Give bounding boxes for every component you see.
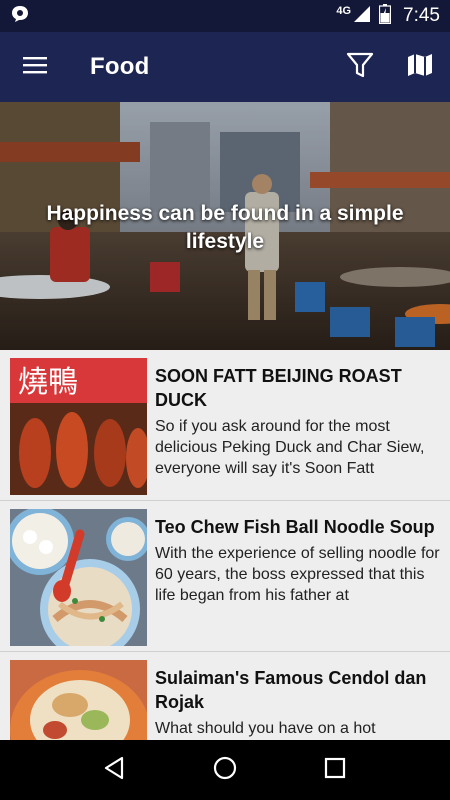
page-title: Food — [90, 53, 150, 80]
clock: 7:45 — [403, 5, 440, 26]
hero-caption: Happiness can be found in a simple lifes… — [46, 202, 404, 253]
recents-icon — [324, 757, 346, 784]
food-list[interactable]: 燒鴨 SOON FATT BEIJING ROAST DUCK So if yo… — [0, 350, 450, 740]
notification-icon — [10, 4, 30, 29]
list-item[interactable]: 燒鴨 SOON FATT BEIJING ROAST DUCK So if yo… — [0, 350, 450, 501]
app-bar: Food — [0, 32, 450, 102]
signal-icon — [353, 5, 371, 28]
filter-button[interactable] — [330, 32, 390, 102]
menu-icon — [22, 55, 48, 80]
svg-text:燒鴨: 燒鴨 — [18, 365, 78, 400]
menu-button[interactable] — [0, 32, 70, 102]
food-thumbnail — [10, 660, 147, 740]
recents-button[interactable] — [305, 740, 365, 800]
item-description: What should you have on a hot — [155, 720, 376, 737]
list-item[interactable]: Teo Chew Fish Ball Noodle Soup With the … — [0, 501, 450, 652]
system-nav-bar — [0, 740, 450, 800]
filter-icon — [346, 51, 374, 84]
item-title: Teo Chew Fish Ball Noodle Soup — [155, 517, 435, 537]
list-item[interactable]: Sulaiman's Famous Cendol dan Rojak What … — [0, 652, 450, 740]
item-description: With the experience of selling noodle fo… — [155, 545, 440, 604]
item-description: So if you ask around for the most delici… — [155, 418, 425, 477]
battery-icon — [378, 3, 392, 29]
hero-banner[interactable]: Happiness can be found in a simple lifes… — [0, 102, 450, 350]
back-button[interactable] — [85, 740, 145, 800]
home-button[interactable] — [195, 740, 255, 800]
status-bar: 4G 7:45 — [0, 0, 450, 32]
map-button[interactable] — [390, 32, 450, 102]
food-thumbnail — [10, 509, 147, 646]
network-type: 4G — [336, 5, 352, 17]
item-title: Sulaiman's Famous Cendol dan Rojak — [155, 668, 427, 712]
map-icon — [407, 52, 433, 83]
food-thumbnail: 燒鴨 — [10, 358, 147, 495]
back-icon — [103, 756, 127, 785]
home-icon — [212, 755, 238, 786]
item-title: SOON FATT BEIJING ROAST DUCK — [155, 366, 402, 410]
